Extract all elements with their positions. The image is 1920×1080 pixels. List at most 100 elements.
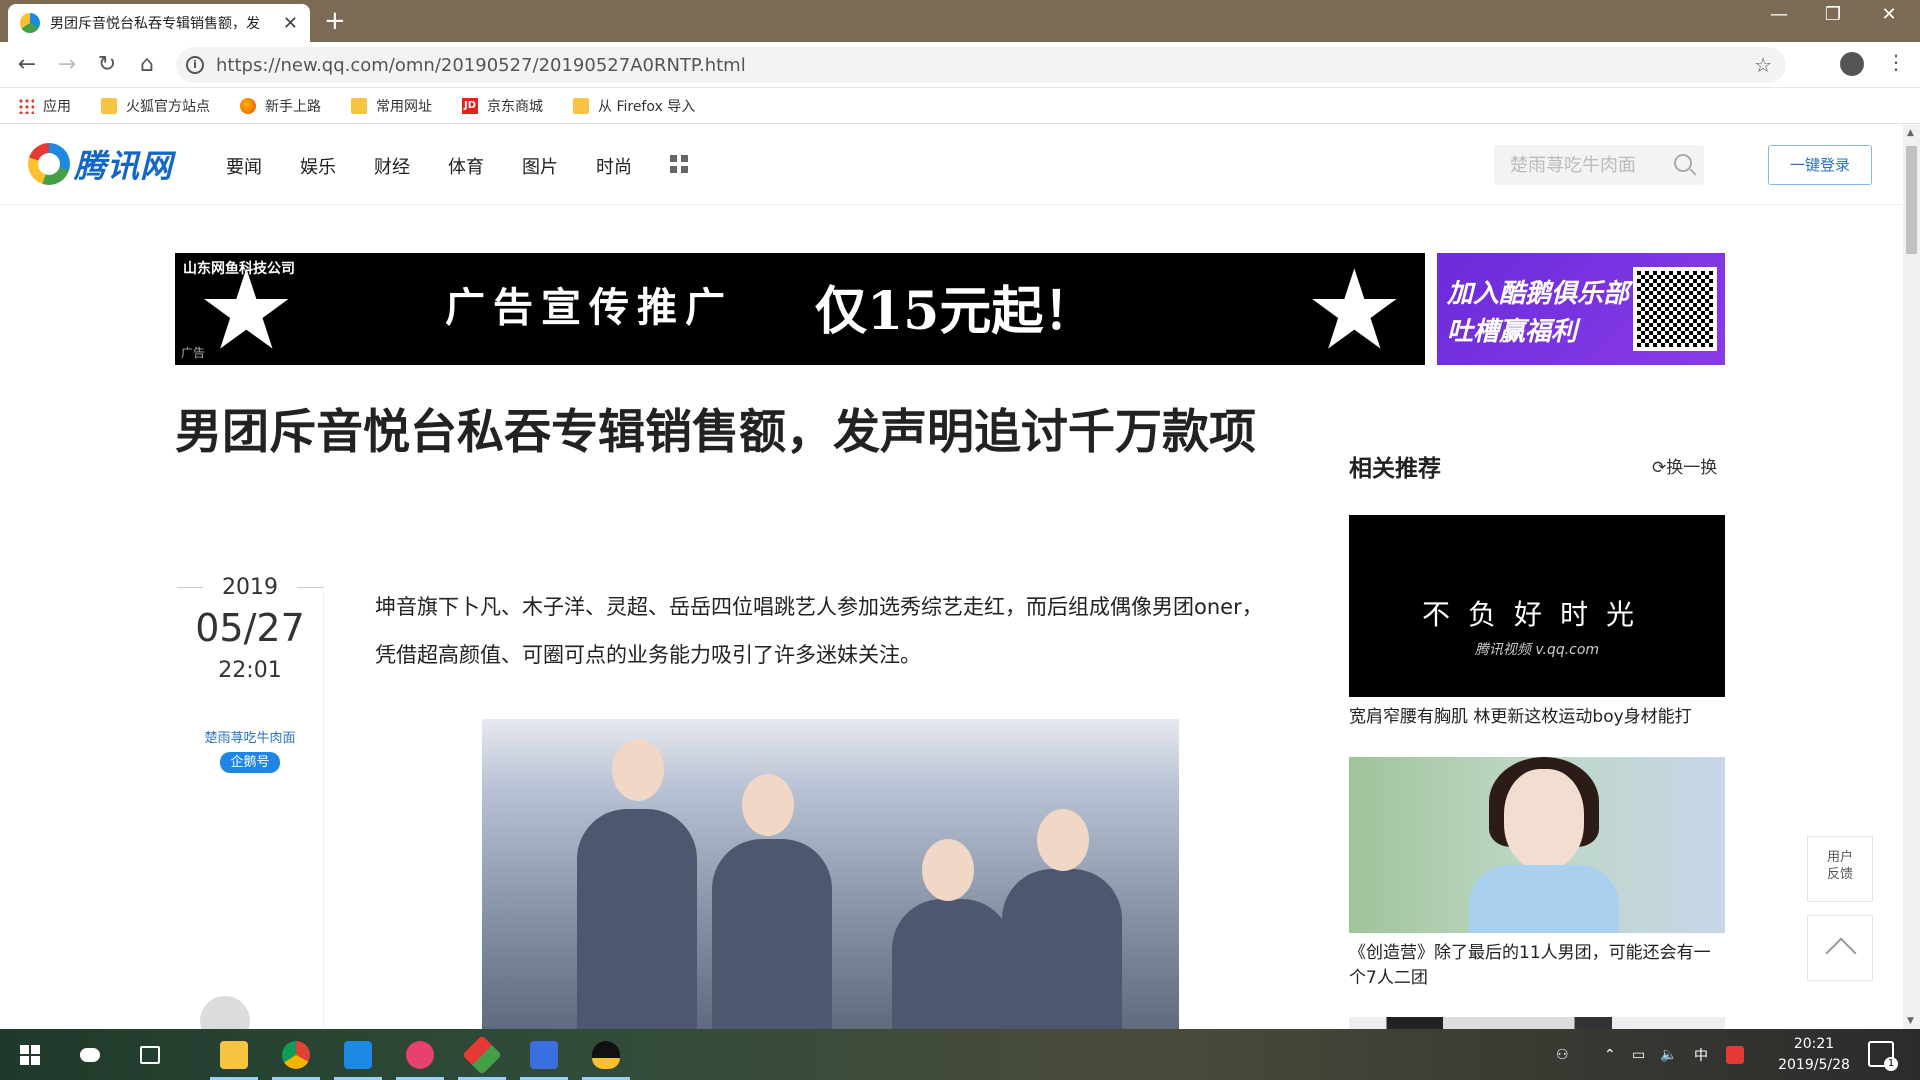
taskbar-chrome[interactable] (268, 1029, 324, 1080)
scrollbar-thumb[interactable] (1906, 146, 1917, 254)
related-card-caption[interactable]: 宽肩窄腰有胸肌 林更新这枚运动boy身材能打 (1349, 705, 1725, 730)
related-card[interactable]: 不负好时光 腾讯视频 v.qq.com 宽肩窄腰有胸肌 林更新这枚运动boy身材… (1349, 515, 1725, 730)
nav-item-pictures[interactable]: 图片 (522, 153, 558, 179)
star-icon: ★ (1305, 253, 1404, 365)
side-ad-line1: 加入酷鹅俱乐部 (1447, 279, 1630, 309)
minimize-button[interactable]: — (1754, 4, 1804, 25)
author-name[interactable]: 楚雨荨吃牛肉面 (201, 729, 299, 748)
windows-taskbar: ⚇ ⌃ ▭ 🔈 中 20:21 2019/5/28 1 (0, 1029, 1920, 1080)
article-paragraph: 坤音旗下卜凡、木子洋、灵超、岳岳四位唱跳艺人参加选秀综艺走红，而后组成偶像男团o… (375, 595, 1263, 667)
back-arrow-icon[interactable]: ← (12, 50, 42, 80)
restore-button[interactable]: ❐ (1808, 4, 1858, 25)
search-input[interactable] (1510, 154, 1680, 176)
nav-item-finance[interactable]: 财经 (374, 153, 410, 179)
nav-item-fashion[interactable]: 时尚 (596, 153, 632, 179)
bookmark-apps[interactable]: 应用 (18, 96, 71, 116)
cortana-button[interactable] (62, 1029, 118, 1080)
task-view-button[interactable] (122, 1029, 178, 1080)
photo-head (612, 739, 664, 801)
related-card[interactable]: 《创造营》除了最后的11人男团，可能还会有一个7人二团 (1349, 757, 1725, 991)
related-card-thumbnail[interactable] (1349, 757, 1725, 933)
bookmark-firefox-official[interactable]: 火狐官方站点 (101, 96, 210, 116)
tab-close-icon[interactable]: ✕ (283, 13, 298, 34)
forward-arrow-icon[interactable]: → (52, 50, 82, 80)
taskbar-app-red[interactable] (392, 1029, 448, 1080)
scroll-down-icon[interactable]: ▼ (1907, 1016, 1914, 1026)
video-thumbnail[interactable]: 不负好时光 腾讯视频 v.qq.com (1349, 515, 1725, 697)
taskbar-wps[interactable] (516, 1029, 572, 1080)
folder-icon (101, 97, 117, 114)
bookmark-getting-started[interactable]: 新手上路 (240, 96, 321, 116)
clock-date: 2019/5/28 (1778, 1057, 1850, 1073)
taskbar-git[interactable] (454, 1029, 510, 1080)
people-icon[interactable]: ⚇ (1556, 1029, 1569, 1080)
page-scrollbar[interactable]: ▲ ▼ (1903, 125, 1920, 1029)
wechat-share-icon[interactable] (200, 996, 250, 1029)
bookmark-common-sites[interactable]: 常用网址 (351, 96, 432, 116)
action-center-icon[interactable]: 1 (1868, 1041, 1898, 1071)
ime-indicator[interactable]: 中 (1694, 1029, 1708, 1080)
author-badge[interactable]: 企鹅号 (220, 752, 280, 773)
nav-item-news[interactable]: 要闻 (226, 153, 262, 179)
scroll-up-icon[interactable]: ▲ (1907, 128, 1914, 138)
photo-figure (892, 899, 1012, 1029)
music-app-icon (406, 1040, 434, 1069)
site-header: 腾讯网 要闻 娱乐 财经 体育 图片 时尚 一键登录 (0, 125, 1903, 205)
photo-figure (712, 839, 832, 1029)
home-icon[interactable]: ⌂ (132, 50, 162, 80)
window-close-button[interactable]: ✕ (1864, 4, 1914, 25)
nav-item-sports[interactable]: 体育 (448, 153, 484, 179)
bookmark-star-icon[interactable]: ☆ (1754, 53, 1772, 77)
article-headline: 男团斥音悦台私吞专辑销售额，发声明追讨千万款项 (175, 405, 1256, 460)
browser-menu-icon[interactable]: ⋮ (1886, 50, 1906, 74)
notification-count: 1 (1884, 1057, 1898, 1071)
search-icon[interactable] (1674, 154, 1692, 172)
tab-strip: 男团斥音悦台私吞专辑销售额，发 ✕ + — ❐ ✕ (0, 0, 1920, 42)
related-card-caption[interactable]: 《创造营》除了最后的11人男团，可能还会有一个7人二团 (1349, 941, 1725, 991)
back-to-top-button[interactable] (1807, 915, 1873, 981)
article-photo (482, 719, 1179, 1029)
taskbar-vscode[interactable] (330, 1029, 386, 1080)
new-tab-button[interactable]: + (324, 6, 346, 36)
sogou-ime-icon[interactable] (1726, 1029, 1744, 1080)
browser-tab[interactable]: 男团斥音悦台私吞专辑销售额，发 ✕ (8, 4, 310, 42)
related-card-thumbnail[interactable] (1349, 1017, 1725, 1029)
photo-head (742, 774, 794, 836)
folder-icon (573, 97, 589, 114)
taskbar-clock[interactable]: 20:21 2019/5/28 (1764, 1034, 1864, 1076)
user-feedback-button[interactable]: 用户 反馈 (1807, 836, 1873, 902)
start-button[interactable] (2, 1029, 58, 1080)
bookmark-jd[interactable]: JD 京东商城 (462, 96, 543, 116)
site-info-icon[interactable]: i (186, 56, 204, 74)
qr-code-icon (1633, 267, 1717, 351)
browser-toolbar: ← → ↻ ⌂ i https://new.qq.com/omn/2019052… (0, 42, 1920, 88)
reload-icon[interactable]: ↻ (92, 50, 122, 80)
taskbar-explorer[interactable] (206, 1029, 262, 1080)
publish-time: 22:01 (218, 658, 282, 683)
tencent-logo[interactable]: 腾讯网 (28, 141, 173, 187)
refresh-button[interactable]: ⟳换一换 (1652, 453, 1717, 478)
side-ad-banner[interactable]: 加入酷鹅俱乐部 吐槽赢福利 (1437, 253, 1725, 365)
address-bar[interactable]: i https://new.qq.com/omn/20190527/201905… (176, 47, 1786, 83)
profile-avatar-icon[interactable] (1840, 52, 1864, 76)
qq-favicon-icon (20, 13, 40, 33)
article-meta: 2019 05/27 22:01 楚雨荨吃牛肉面 企鹅号 分享 (175, 575, 325, 773)
volume-icon[interactable]: 🔈 (1660, 1029, 1677, 1080)
tencent-logo-icon (28, 143, 70, 185)
author-link[interactable]: 楚雨荨吃牛肉面 企鹅号 (201, 729, 299, 773)
main-nav: 要闻 娱乐 财经 体育 图片 时尚 (226, 153, 688, 179)
photo-shirt (1469, 865, 1619, 933)
qq-penguin-icon (592, 1040, 620, 1069)
bookmark-firefox-import[interactable]: 从 Firefox 导入 (573, 96, 695, 116)
chrome-icon (282, 1040, 310, 1069)
related-card[interactable] (1349, 1017, 1725, 1029)
feedback-label: 用户 反馈 (1826, 850, 1853, 882)
nav-item-entertainment[interactable]: 娱乐 (300, 153, 336, 179)
battery-icon[interactable]: ▭ (1632, 1029, 1645, 1080)
main-ad-banner[interactable]: 山东网鱼科技公司 ★ 广告宣传推广 仅15元起！ ★ 广告 (175, 253, 1425, 365)
taskbar-qq[interactable] (578, 1029, 634, 1080)
more-grid-icon[interactable] (670, 155, 688, 173)
one-click-login-button[interactable]: 一键登录 (1768, 145, 1872, 185)
url-text[interactable]: https://new.qq.com/omn/20190527/20190527… (216, 55, 746, 76)
tray-expand-icon[interactable]: ⌃ (1604, 1029, 1616, 1080)
